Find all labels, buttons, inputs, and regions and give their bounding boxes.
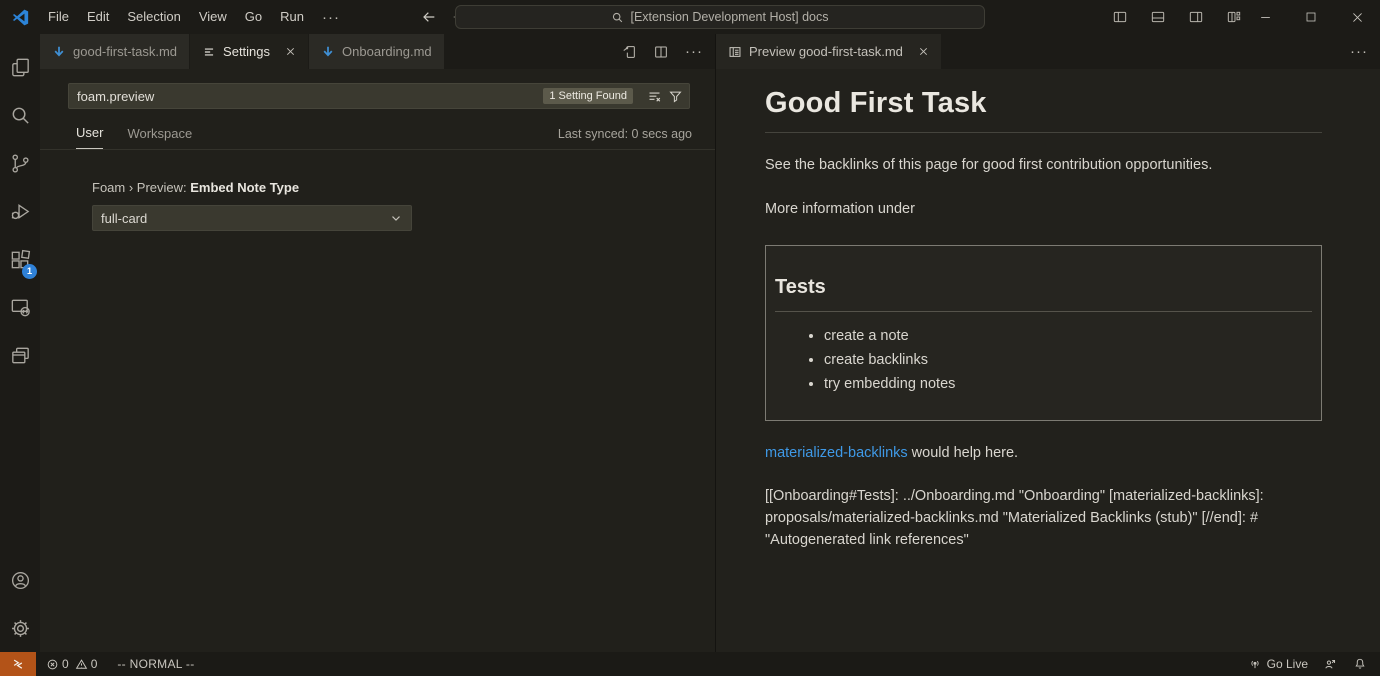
toggle-primary-sidebar-icon[interactable] bbox=[1112, 9, 1128, 25]
scope-tab-workspace[interactable]: Workspace bbox=[127, 126, 192, 149]
scope-tab-user[interactable]: User bbox=[76, 125, 103, 149]
settings-editor: 1 Setting Found User Workspace Last sync… bbox=[40, 69, 715, 652]
customize-layout-icon[interactable] bbox=[1226, 9, 1242, 25]
tab-preview-good-first-task[interactable]: Preview good-first-task.md bbox=[716, 34, 942, 69]
embedded-note-title: Tests bbox=[775, 276, 1312, 299]
accounts-icon[interactable] bbox=[0, 556, 40, 604]
vscode-logo-icon bbox=[12, 9, 29, 26]
problems-warnings-button[interactable]: 0 bbox=[75, 657, 98, 671]
clear-settings-filter-icon[interactable] bbox=[647, 89, 662, 104]
problems-errors-button[interactable]: 0 bbox=[46, 657, 69, 671]
search-icon bbox=[611, 11, 624, 24]
setting-name-label: Embed Note Type bbox=[190, 180, 299, 195]
tab-close-icon[interactable] bbox=[918, 46, 929, 57]
markdown-file-icon bbox=[321, 45, 335, 59]
windows-view-icon[interactable] bbox=[0, 331, 40, 379]
settings-result-count-badge: 1 Setting Found bbox=[543, 88, 633, 104]
go-live-button[interactable]: Go Live bbox=[1248, 657, 1308, 671]
markdown-file-icon bbox=[52, 45, 66, 59]
settings-editor-icon bbox=[202, 45, 216, 59]
tab-close-icon[interactable] bbox=[285, 46, 296, 57]
toggle-panel-icon[interactable] bbox=[1150, 9, 1166, 25]
command-center-search[interactable]: [Extension Development Host] docs bbox=[455, 5, 985, 29]
manage-gear-icon[interactable] bbox=[0, 604, 40, 652]
menu-go[interactable]: Go bbox=[236, 0, 271, 34]
remote-indicator-button[interactable] bbox=[0, 652, 36, 676]
vim-mode-indicator[interactable]: -- NORMAL -- bbox=[117, 657, 194, 671]
tab-label: good-first-task.md bbox=[73, 44, 177, 59]
menu-view[interactable]: View bbox=[190, 0, 236, 34]
menu-run[interactable]: Run bbox=[271, 0, 313, 34]
settings-scope-tabs: User Workspace Last synced: 0 secs ago bbox=[76, 125, 692, 149]
setting-category-label: Foam › Preview: bbox=[92, 180, 190, 195]
menu-file[interactable]: File bbox=[39, 0, 78, 34]
editor-group-right-tabs: Preview good-first-task.md ··· bbox=[715, 34, 1380, 69]
embedded-note-list: create a note create backlinks try embed… bbox=[775, 328, 1312, 392]
settings-search-input[interactable] bbox=[77, 89, 543, 104]
tab-good-first-task[interactable]: good-first-task.md bbox=[40, 34, 190, 69]
window-minimize-button[interactable] bbox=[1242, 0, 1288, 34]
search-view-icon[interactable] bbox=[0, 91, 40, 139]
list-item: create backlinks bbox=[824, 352, 1312, 368]
go-live-label: Go Live bbox=[1267, 657, 1308, 671]
nav-back-icon[interactable] bbox=[421, 9, 437, 25]
status-bar: 0 0 -- NORMAL -- Go Live bbox=[0, 652, 1380, 676]
notifications-bell-icon[interactable] bbox=[1353, 657, 1367, 671]
embedded-note-rule bbox=[775, 311, 1312, 312]
filter-settings-icon[interactable] bbox=[668, 89, 683, 104]
settings-search-box: 1 Setting Found bbox=[68, 83, 690, 109]
editor-group-left-tabs: good-first-task.md Settings Onboarding. bbox=[40, 34, 715, 69]
remote-explorer-icon[interactable] bbox=[0, 283, 40, 331]
dropdown-selected-value: full-card bbox=[101, 211, 147, 226]
embed-note-type-dropdown[interactable]: full-card bbox=[92, 205, 412, 231]
command-center-label: [Extension Development Host] docs bbox=[630, 10, 828, 24]
link-references-paragraph: [[Onboarding#Tests]: ../Onboarding.md "O… bbox=[765, 486, 1322, 551]
markdown-preview-icon bbox=[728, 45, 742, 59]
source-control-icon[interactable] bbox=[0, 139, 40, 187]
preview-title: Good First Task bbox=[765, 87, 1322, 120]
menu-selection[interactable]: Selection bbox=[118, 0, 189, 34]
split-editor-icon[interactable] bbox=[653, 44, 669, 60]
window-maximize-button[interactable] bbox=[1288, 0, 1334, 34]
editor-tabs-row: good-first-task.md Settings Onboarding. bbox=[40, 34, 1380, 69]
feedback-icon[interactable] bbox=[1323, 657, 1338, 672]
menu-overflow-button[interactable]: ··· bbox=[313, 10, 349, 25]
preview-paragraph-2: More information under bbox=[765, 199, 1322, 221]
list-item: create a note bbox=[824, 328, 1312, 344]
warning-count: 0 bbox=[91, 657, 98, 671]
extensions-badge: 1 bbox=[22, 264, 37, 279]
broadcast-icon bbox=[1248, 657, 1262, 671]
preview-paragraph-3: materialized-backlinks would help here. bbox=[765, 443, 1322, 465]
tab-label: Preview good-first-task.md bbox=[749, 44, 903, 59]
markdown-preview-pane: Good First Task See the backlinks of thi… bbox=[715, 69, 1380, 652]
more-actions-icon[interactable]: ··· bbox=[1350, 44, 1368, 59]
embedded-note-card: Tests create a note create backlinks try… bbox=[765, 245, 1322, 421]
title-bar: File Edit Selection View Go Run ··· [Ext… bbox=[0, 0, 1380, 34]
last-synced-label: Last synced: 0 secs ago bbox=[558, 127, 692, 149]
tab-label: Settings bbox=[223, 44, 270, 59]
chevron-down-icon bbox=[389, 211, 403, 225]
list-item: try embedding notes bbox=[824, 376, 1312, 392]
run-debug-icon[interactable] bbox=[0, 187, 40, 235]
setting-title: Foam › Preview: Embed Note Type bbox=[92, 180, 715, 195]
preview-paragraph-1: See the backlinks of this page for good … bbox=[765, 155, 1322, 177]
tab-label: Onboarding.md bbox=[342, 44, 432, 59]
extensions-icon[interactable]: 1 bbox=[0, 235, 40, 283]
link-suffix-text: would help here. bbox=[908, 445, 1018, 461]
tab-onboarding[interactable]: Onboarding.md bbox=[309, 34, 445, 69]
explorer-icon[interactable] bbox=[0, 43, 40, 91]
setting-foam-preview-embed-note-type: Foam › Preview: Embed Note Type full-car… bbox=[40, 150, 715, 231]
window-close-button[interactable] bbox=[1334, 0, 1380, 34]
toggle-secondary-sidebar-icon[interactable] bbox=[1188, 9, 1204, 25]
heading-rule bbox=[765, 132, 1322, 133]
more-actions-icon[interactable]: ··· bbox=[685, 44, 703, 59]
materialized-backlinks-link[interactable]: materialized-backlinks bbox=[765, 445, 908, 461]
menu-edit[interactable]: Edit bbox=[78, 0, 118, 34]
error-count: 0 bbox=[62, 657, 69, 671]
tab-settings[interactable]: Settings bbox=[190, 34, 309, 69]
open-settings-json-icon[interactable] bbox=[621, 44, 637, 60]
activity-bar: 1 bbox=[0, 34, 40, 652]
